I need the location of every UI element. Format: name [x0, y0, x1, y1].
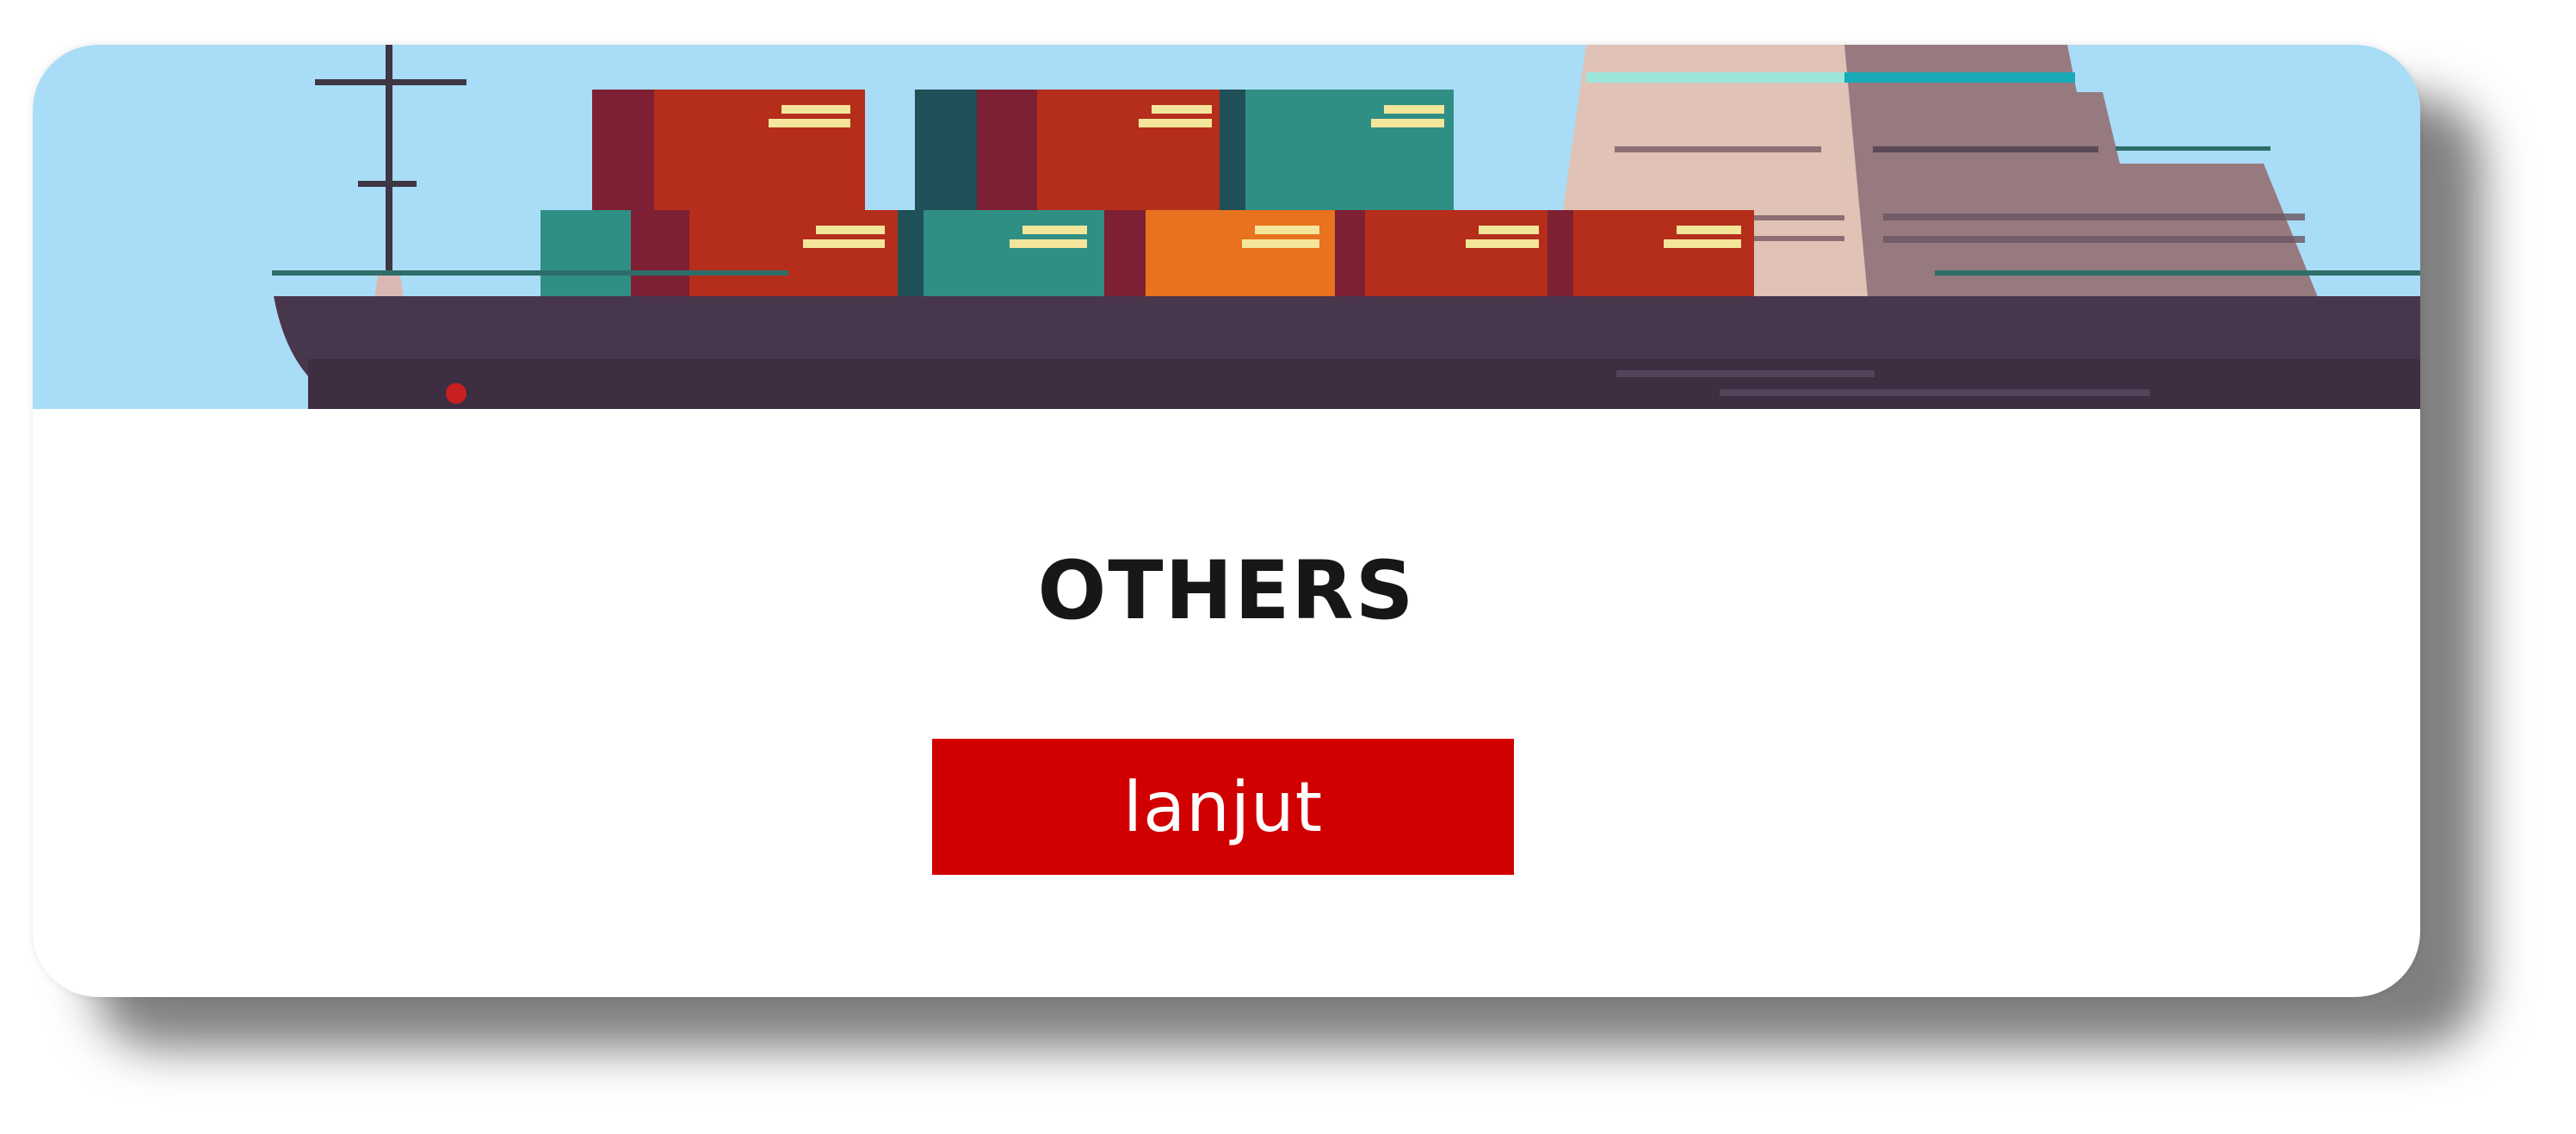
ship-hull [274, 296, 2420, 409]
ship-mast [315, 45, 466, 303]
card-title: OTHERS [1037, 544, 1416, 638]
cargo-ship-illustration [272, 45, 2420, 409]
container-stack-top [592, 90, 1454, 210]
banner-image [33, 45, 2420, 409]
category-card[interactable]: OTHERS lanjut [33, 45, 2420, 997]
continue-button[interactable]: lanjut [932, 739, 1514, 875]
